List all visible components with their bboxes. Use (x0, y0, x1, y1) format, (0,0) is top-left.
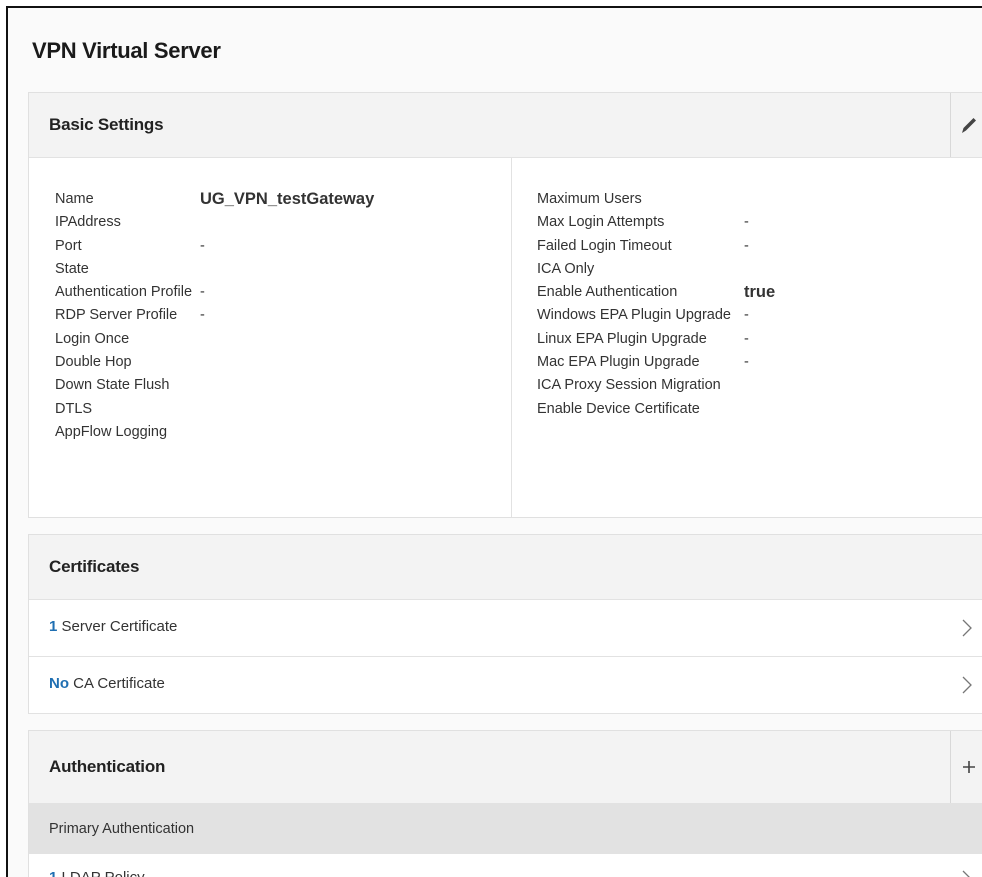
setting-value: UG_VPN_testGateway (200, 190, 375, 208)
setting-key: Authentication Profile (55, 284, 193, 301)
primary-authentication-label: Primary Authentication (49, 821, 195, 837)
setting-row: DTLS (55, 398, 192, 421)
basic-settings-left-column: Name UG_VPN_testGateway IPAddress Port - Stat… (55, 188, 374, 444)
setting-row: Name UG_VPN_testGateway (55, 188, 374, 211)
certificates-title: Certificates (49, 557, 140, 576)
setting-row: Authentication Profile - (55, 281, 205, 304)
setting-key: DTLS (55, 400, 93, 417)
ldap-policy-text: LDAP Policy (62, 869, 145, 877)
setting-value: - (200, 307, 205, 324)
setting-value: - (744, 237, 749, 254)
server-certificate-count: 1 (49, 618, 58, 635)
setting-row: Enable Device Certificate (537, 398, 731, 421)
server-certificate-row[interactable]: 1 Server Certificate (29, 600, 982, 657)
server-certificate-label: 1 Server Certificate (49, 618, 177, 635)
setting-key: ICA Proxy Session Migration (537, 377, 721, 394)
primary-authentication-subheader: Primary Authentication (29, 804, 982, 854)
authentication-panel: Authentication Primary Authentication 1 … (28, 730, 982, 877)
setting-key: State (55, 260, 89, 277)
setting-value: - (200, 284, 205, 301)
setting-key: Enable Authentication (537, 284, 678, 301)
add-authentication-button[interactable] (950, 731, 982, 803)
setting-row: ICA Only (537, 258, 731, 281)
setting-value: - (744, 307, 749, 324)
setting-row: Down State Flush (55, 374, 192, 397)
setting-row: State (55, 258, 192, 281)
basic-settings-panel: Basic Settings Name UG_VPN_testGateway IPA… (28, 92, 982, 518)
setting-key: Down State Flush (55, 377, 170, 394)
setting-value: - (744, 214, 749, 231)
setting-row: Port - (55, 235, 205, 258)
setting-key: Linux EPA Plugin Upgrade (537, 330, 707, 347)
basic-settings-body: Name UG_VPN_testGateway IPAddress Port - Stat… (29, 158, 982, 517)
basic-settings-right-column: Maximum Users Max Login Attempts - Failed L… (537, 188, 775, 421)
setting-key: IPAddress (55, 214, 121, 231)
ca-certificate-row[interactable]: No CA Certificate (29, 657, 982, 714)
basic-settings-header: Basic Settings (29, 93, 982, 158)
setting-key: Mac EPA Plugin Upgrade (537, 354, 700, 371)
setting-key: Port (55, 237, 82, 254)
setting-value: true (744, 283, 776, 302)
setting-row: Linux EPA Plugin Upgrade - (537, 328, 749, 351)
setting-key: Name (55, 191, 94, 207)
setting-key: AppFlow Logging (55, 423, 168, 440)
ca-certificate-text: CA Certificate (73, 675, 165, 692)
setting-row: RDP Server Profile - (55, 304, 205, 327)
chevron-right-icon (962, 870, 970, 877)
basic-settings-title: Basic Settings (49, 115, 164, 134)
pencil-icon (962, 118, 976, 133)
setting-key: Enable Device Certificate (537, 400, 700, 417)
ldap-policy-count: 1 (49, 869, 57, 877)
setting-row: Mac EPA Plugin Upgrade - (537, 351, 749, 374)
server-certificate-text: Server Certificate (61, 618, 178, 635)
vpn-virtual-server-view: VPN Virtual Server Basic Settings Name UG… (6, 6, 982, 877)
plus-icon (963, 761, 975, 773)
chevron-right-icon (962, 676, 972, 694)
setting-key: RDP Server Profile (55, 307, 178, 324)
setting-key: Windows EPA Plugin Upgrade (537, 307, 731, 324)
ca-certificate-count: No (49, 675, 69, 692)
setting-key: Double Hop (55, 354, 132, 371)
ca-certificate-label: No CA Certificate (49, 675, 165, 692)
ldap-policy-row[interactable]: 1 LDAP Policy (29, 855, 982, 877)
chevron-right-icon (962, 619, 972, 637)
authentication-title: Authentication (49, 757, 166, 776)
setting-row: Login Once (55, 328, 192, 351)
column-divider (511, 158, 512, 517)
setting-key: ICA Only (537, 260, 595, 277)
ldap-policy-label: 1 LDAP Policy (49, 869, 145, 877)
setting-key: Login Once (55, 330, 130, 347)
certificates-panel: Certificates 1 Server Certificate No CA … (28, 534, 982, 714)
edit-basic-settings-button[interactable] (950, 93, 982, 157)
authentication-header: Authentication (29, 731, 982, 804)
setting-key: Failed Login Timeout (537, 237, 672, 254)
setting-row: Failed Login Timeout - (537, 235, 749, 258)
setting-row: Windows EPA Plugin Upgrade - (537, 304, 749, 327)
certificates-header: Certificates (29, 535, 982, 600)
setting-value: - (744, 330, 749, 347)
setting-value: - (744, 354, 749, 371)
setting-row: Max Login Attempts - (537, 211, 749, 234)
setting-key: Max Login Attempts (537, 214, 665, 231)
setting-row: Enable Authentication true (537, 281, 775, 304)
setting-row: IPAddress (55, 211, 192, 234)
setting-row: AppFlow Logging (55, 421, 192, 444)
setting-row: Maximum Users (537, 188, 731, 211)
setting-row: Double Hop (55, 351, 192, 374)
page-title: VPN Virtual Server (32, 38, 221, 63)
setting-row: ICA Proxy Session Migration (537, 374, 731, 397)
setting-key: Maximum Users (537, 191, 642, 207)
setting-value: - (200, 237, 205, 254)
